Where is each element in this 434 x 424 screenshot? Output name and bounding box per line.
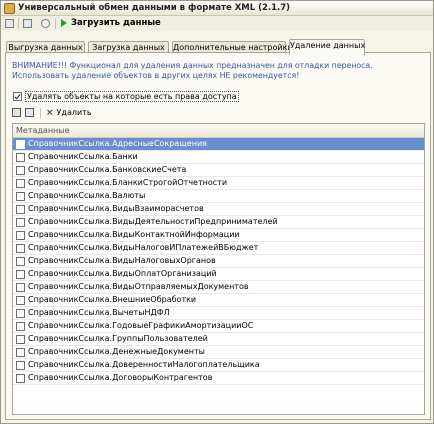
row-label: СправочникСсылка.ВычетыНДФЛ [28,308,170,317]
row-checkbox[interactable] [16,360,25,370]
table-row[interactable]: СправочникСсылка.ВидыОплатОрганизаций [13,268,424,281]
delete-button[interactable]: × Удалить [46,108,92,118]
table-row[interactable]: СправочникСсылка.ГодовыеГрафикиАмортизац… [13,320,424,333]
table-row[interactable]: СправочникСсылка.ВидыНалоговыхОрганов [13,255,424,268]
row-checkbox[interactable] [16,230,25,240]
row-checkbox[interactable] [16,165,25,175]
row-checkbox[interactable] [16,373,25,383]
row-checkbox[interactable] [16,282,25,292]
row-label: СправочникСсылка.БланкиСтрогойОтчетности [28,178,228,187]
row-label: СправочникСсылка.БанковскиеСчета [28,165,187,174]
row-label: СправочникСсылка.Банки [28,152,138,161]
app-icon [4,3,15,14]
row-checkbox[interactable] [16,243,25,253]
play-icon [61,19,67,27]
row-checkbox[interactable] [16,191,25,201]
row-label: СправочникСсылка.ВидыНалоговыхОрганов [28,256,216,265]
row-label: СправочникСсылка.ДенежныеДокументы [28,347,205,356]
row-label: СправочникСсылка.ВидыКонтактнойИнформаци… [28,230,240,239]
access-rights-label: Удалять объекты на которые есть права до… [25,91,239,102]
row-label: СправочникСсылка.ГруппыПользователей [28,334,208,343]
table-row[interactable]: СправочникСсылка.АдресныеСокращения [13,138,424,151]
row-label: СправочникСсылка.Валюты [28,191,146,200]
load-data-button[interactable]: Загрузить данные [61,17,161,29]
table-row[interactable]: СправочникСсылка.ВнешниеОбработки [13,294,424,307]
row-label: СправочникСсылка.ВнешниеОбработки [28,295,197,304]
row-label: СправочникСсылка.ВидыВзаиморасчетов [28,204,204,213]
row-checkbox[interactable] [16,308,25,318]
search-icon[interactable] [41,17,50,29]
table-row[interactable]: СправочникСсылка.ГруппыПользователей [13,333,424,346]
table-row[interactable]: СправочникСсылка.ДенежныеДокументы [13,346,424,359]
row-label: СправочникСсылка.АдресныеСокращения [28,139,207,148]
table-row[interactable]: СправочникСсылка.ВычетыНДФЛ [13,307,424,320]
check-all-icon[interactable] [12,108,21,117]
uncheck-all-icon[interactable] [25,108,34,117]
row-label: СправочникСсылка.ДоговорыКонтрагентов [28,373,213,382]
title-bar: Универсальный обмен данными в формате XM… [1,1,433,16]
row-checkbox[interactable] [16,269,25,279]
row-label: СправочникСсылка.ВидыОтправляемыхДокумен… [28,282,249,291]
row-checkbox[interactable] [16,347,25,357]
row-label: СправочникСсылка.ВидыОплатОрганизаций [28,269,217,278]
row-label: СправочникСсылка.ВидыДеятельностиПредпри… [28,217,278,226]
table-row[interactable]: СправочникСсылка.ДоверенностиНалогоплате… [13,359,424,372]
toolbar-separator [40,107,41,118]
copy-icon[interactable] [23,17,32,29]
toolbar: Загрузить данные [1,16,433,31]
row-checkbox[interactable] [16,152,25,162]
row-checkbox[interactable] [16,139,25,149]
table-row[interactable]: СправочникСсылка.Валюты [13,190,424,203]
table-row[interactable]: СправочникСсылка.ВидыОтправляемыхДокумен… [13,281,424,294]
table-row[interactable]: СправочникСсылка.ВидыКонтактнойИнформаци… [13,229,424,242]
row-label: СправочникСсылка.ВидыНалоговИПлатежейВБю… [28,243,259,252]
grid-toolbar: × Удалить [12,106,92,119]
row-label: СправочникСсылка.ГодовыеГрафикиАмортизац… [28,321,254,330]
row-checkbox[interactable] [16,334,25,344]
toolbar-separator [55,18,56,29]
delete-label: Удалить [56,108,92,117]
tab-panel-delete: ВНИМАНИЕ!!! Функционал для удаления данн… [5,52,431,420]
main-window: Универсальный обмен данными в формате XM… [0,0,434,424]
table-row[interactable]: СправочникСсылка.ВидыВзаиморасчетов [13,203,424,216]
row-checkbox[interactable] [16,321,25,331]
row-checkbox[interactable] [16,217,25,227]
row-checkbox[interactable] [16,204,25,214]
table-row[interactable]: СправочникСсылка.БланкиСтрогойОтчетности [13,177,424,190]
column-header-metadata[interactable]: Метаданные [13,124,424,138]
warning-text: ВНИМАНИЕ!!! Функционал для удаления данн… [12,61,373,80]
menu-icon[interactable] [5,17,14,29]
load-data-label: Загрузить данные [71,18,161,28]
access-rights-option[interactable]: Удалять объекты на которые есть права до… [13,91,239,102]
access-rights-checkbox[interactable] [13,92,22,101]
close-icon: × [46,107,54,118]
tab-delete-data[interactable]: Удаление данных [289,39,365,55]
metadata-table[interactable]: Метаданные СправочникСсылка.АдресныеСокр… [12,123,425,415]
toolbar-separator [18,18,19,29]
row-label: СправочникСсылка.ДоверенностиНалогоплате… [28,360,260,369]
table-row[interactable]: СправочникСсылка.Банки [13,151,424,164]
table-row[interactable]: СправочникСсылка.ВидыДеятельностиПредпри… [13,216,424,229]
row-checkbox[interactable] [16,295,25,305]
table-row[interactable]: СправочникСсылка.ДоговорыКонтрагентов [13,372,424,385]
table-row[interactable]: СправочникСсылка.БанковскиеСчета [13,164,424,177]
table-body: СправочникСсылка.АдресныеСокращения Справ… [13,138,424,385]
row-checkbox[interactable] [16,256,25,266]
table-row[interactable]: СправочникСсылка.ВидыНалоговИПлатежейВБю… [13,242,424,255]
row-checkbox[interactable] [16,178,25,188]
window-title: Универсальный обмен данными в формате XM… [18,3,291,13]
